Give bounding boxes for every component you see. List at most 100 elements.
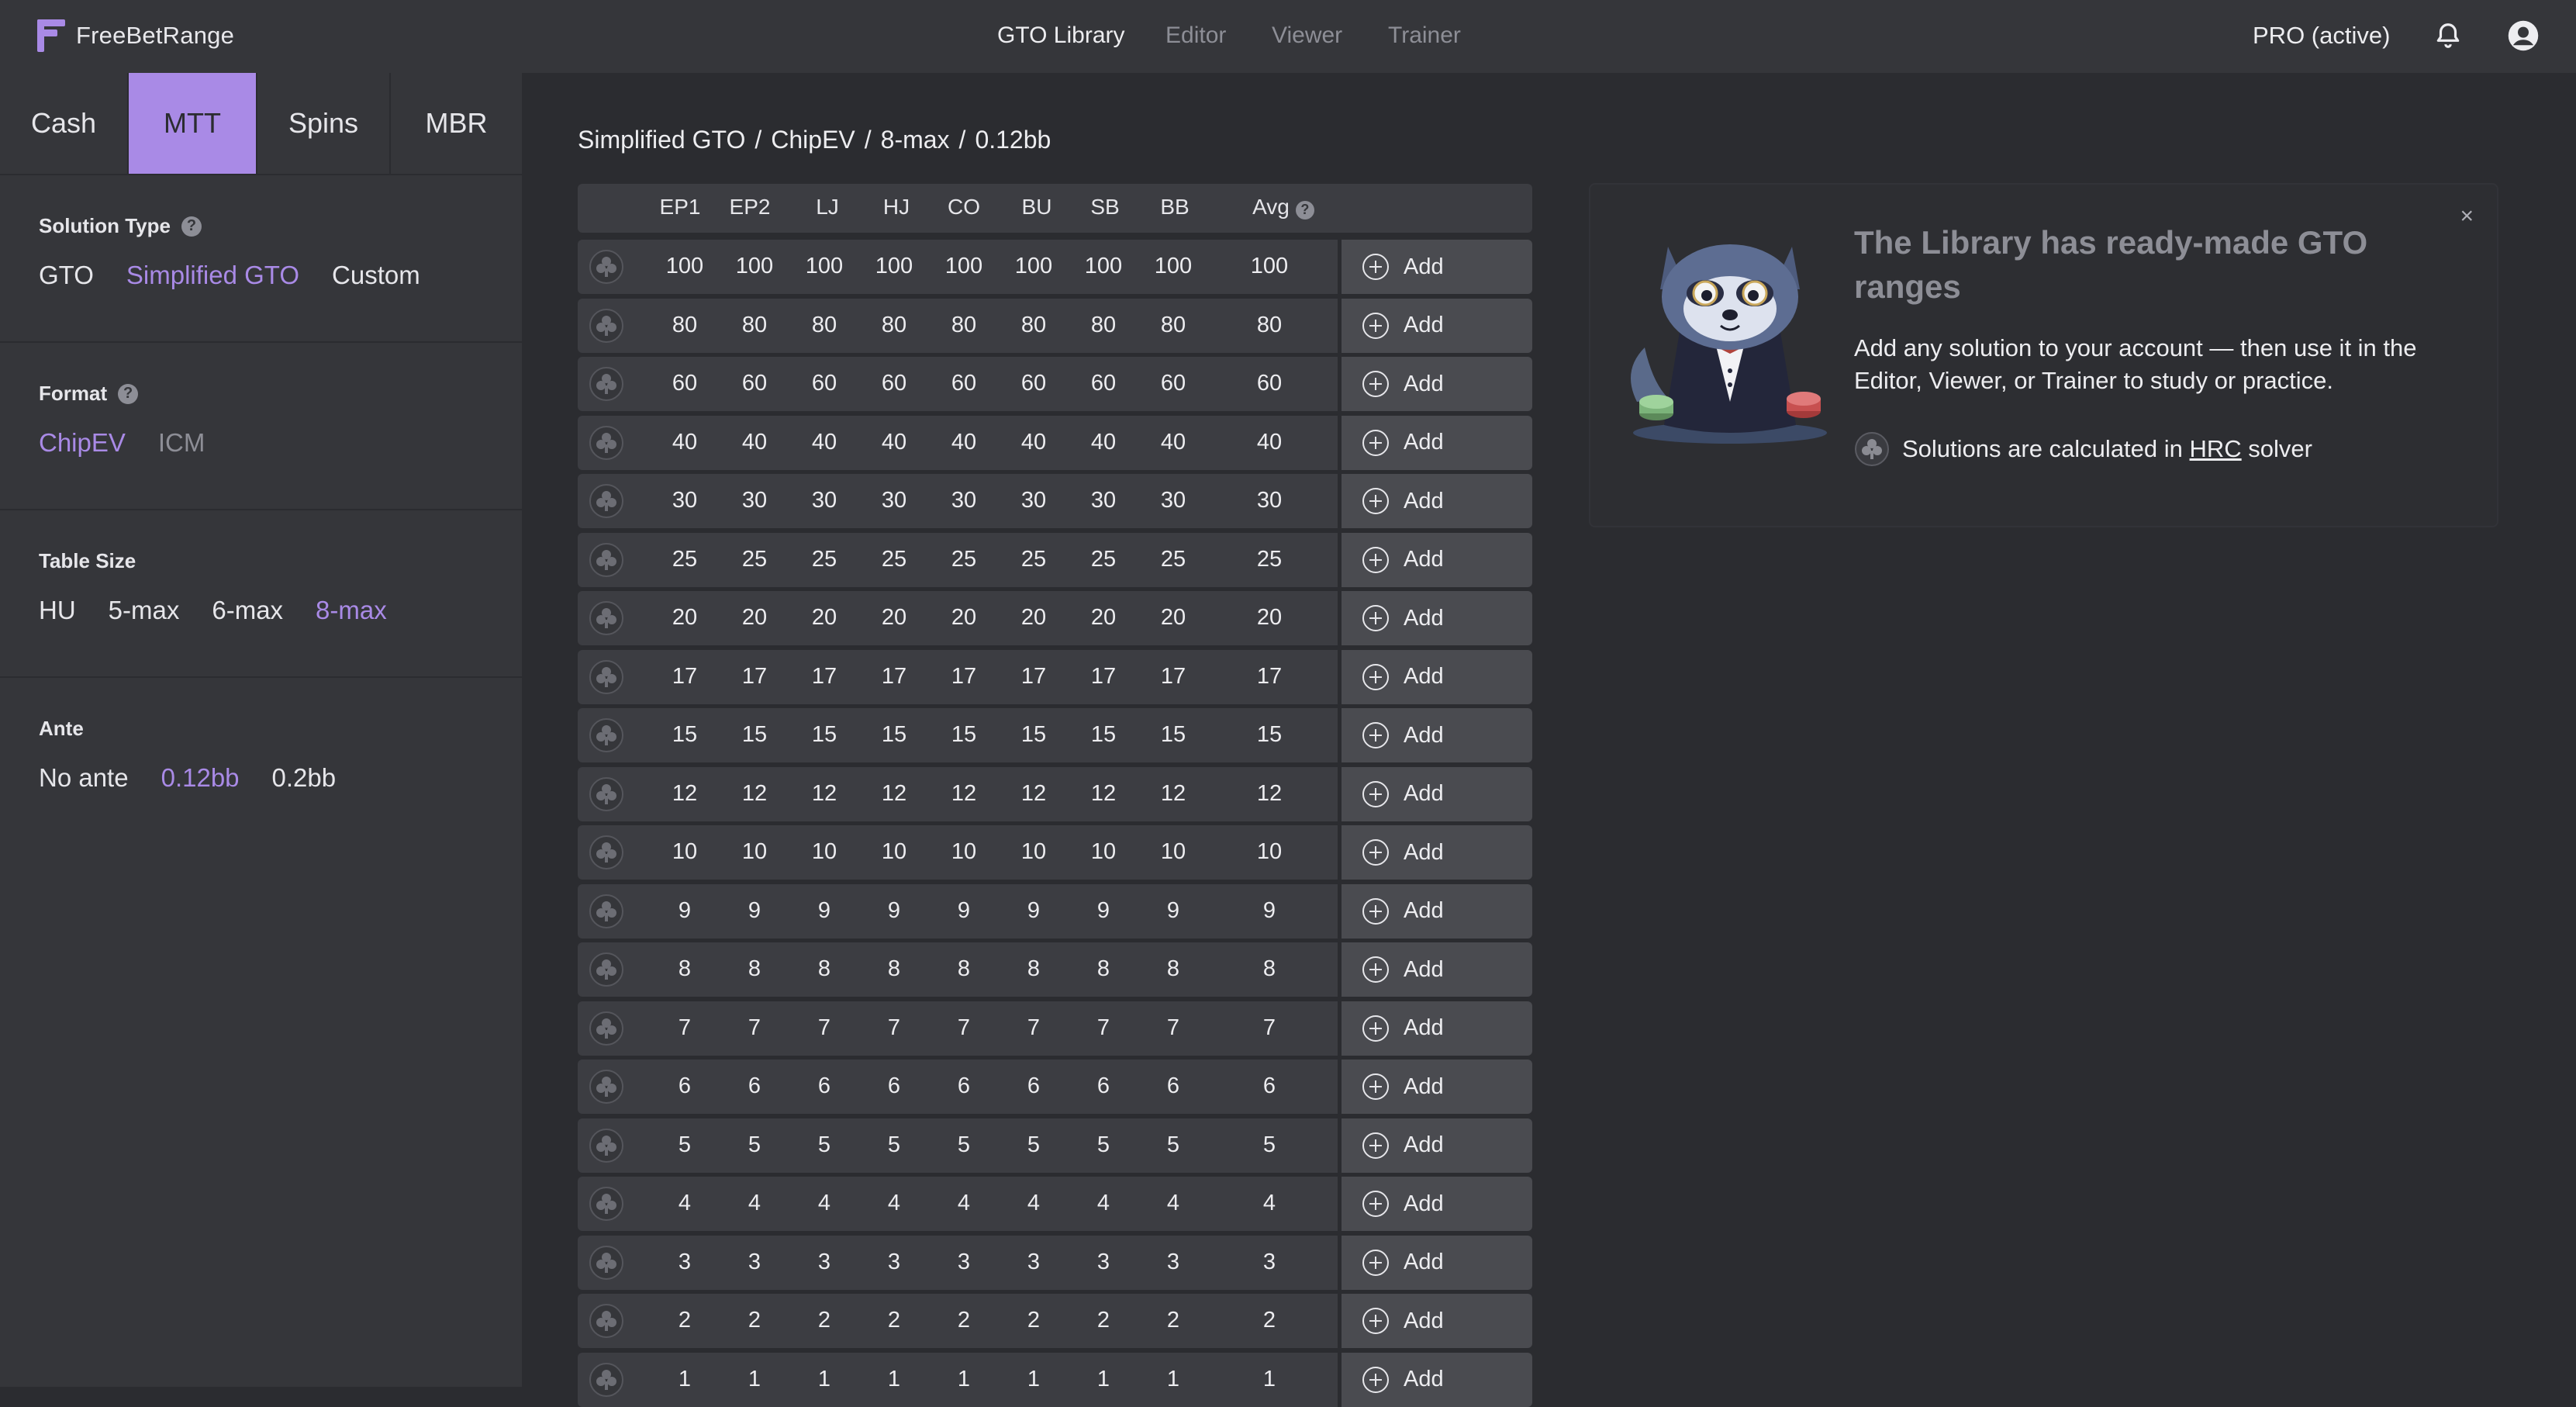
- option-5-max[interactable]: 5-max: [109, 596, 180, 625]
- add-button-label: Add: [1404, 1308, 1444, 1333]
- add-button[interactable]: Add: [1342, 357, 1532, 411]
- club-chip-icon: [589, 542, 624, 578]
- table-row[interactable]: 2 2 2 2 2 2 2 2 2 Add: [578, 1294, 1532, 1348]
- row-values: 100 100 100 100 100 100 100 100 100: [578, 240, 1338, 294]
- option-hu[interactable]: HU: [39, 596, 76, 625]
- table-cell: 20: [1020, 605, 1047, 630]
- add-button[interactable]: Add: [1342, 1235, 1532, 1290]
- option-6-max[interactable]: 6-max: [212, 596, 283, 625]
- table-row[interactable]: 12 12 12 12 12 12 12 12 12 Add: [578, 766, 1532, 821]
- close-icon[interactable]: ×: [2460, 203, 2474, 230]
- option-0-12bb[interactable]: 0.12bb: [161, 763, 240, 793]
- help-icon[interactable]: ?: [1295, 200, 1314, 220]
- table-row[interactable]: 4 4 4 4 4 4 4 4 4 Add: [578, 1177, 1532, 1231]
- row-values: 15 15 15 15 15 15 15 15 15: [578, 708, 1338, 762]
- user-icon[interactable]: [2507, 19, 2540, 52]
- option-chipev[interactable]: ChipEV: [39, 428, 126, 458]
- option-no-ante[interactable]: No ante: [39, 763, 129, 793]
- table-cell: 1: [678, 1366, 692, 1391]
- table-cell: 25: [1020, 546, 1047, 572]
- logo[interactable]: FreeBetRange: [36, 17, 234, 54]
- hrc-link[interactable]: HRC: [2190, 435, 2242, 463]
- breadcrumb-item[interactable]: 8-max: [881, 126, 950, 154]
- table-row[interactable]: 1 1 1 1 1 1 1 1 1 Add: [578, 1352, 1532, 1407]
- nav-gto-library[interactable]: GTO Library: [997, 22, 1125, 49]
- add-button[interactable]: Add: [1342, 1118, 1532, 1173]
- add-button[interactable]: Add: [1342, 1294, 1532, 1348]
- add-button[interactable]: Add: [1342, 942, 1532, 997]
- add-button[interactable]: Add: [1342, 591, 1532, 645]
- table-cell: 15: [1020, 722, 1047, 747]
- help-icon[interactable]: ?: [181, 216, 202, 237]
- add-button[interactable]: Add: [1342, 240, 1532, 294]
- table-cell: 40: [1090, 429, 1117, 455]
- table-row[interactable]: 6 6 6 6 6 6 6 6 6 Add: [578, 1060, 1532, 1114]
- tab-mbr[interactable]: MBR: [391, 73, 522, 174]
- option-0-2bb[interactable]: 0.2bb: [272, 763, 337, 793]
- table-row[interactable]: 7 7 7 7 7 7 7 7 7 Add: [578, 1001, 1532, 1056]
- add-button[interactable]: Add: [1342, 825, 1532, 880]
- table-row[interactable]: 40 40 40 40 40 40 40 40 40 Add: [578, 415, 1532, 470]
- table-cell: 10: [741, 839, 768, 864]
- bell-icon[interactable]: [2433, 21, 2463, 50]
- table-cell: 7: [957, 1015, 971, 1040]
- option-icm[interactable]: ICM: [158, 428, 205, 458]
- table-row[interactable]: 5 5 5 5 5 5 5 5 5 Add: [578, 1118, 1532, 1173]
- club-chip-icon: [589, 600, 624, 636]
- table-row[interactable]: 100 100 100 100 100 100 100 100 100 Add: [578, 240, 1532, 294]
- table-cell: 9: [1166, 897, 1180, 923]
- table-row[interactable]: 17 17 17 17 17 17 17 17 17 Add: [578, 649, 1532, 704]
- add-button[interactable]: Add: [1342, 474, 1532, 528]
- info-title: The Library has ready-made GTO ranges: [1854, 224, 2368, 305]
- table-row[interactable]: 10 10 10 10 10 10 10 10 10 Add: [578, 825, 1532, 880]
- option-8-max[interactable]: 8-max: [316, 596, 387, 625]
- plus-circle-icon: [1362, 780, 1390, 808]
- breadcrumb-separator: /: [754, 126, 762, 154]
- breadcrumb-item[interactable]: ChipEV: [771, 126, 855, 154]
- table-row[interactable]: 3 3 3 3 3 3 3 3 3 Add: [578, 1235, 1532, 1290]
- table-row[interactable]: 20 20 20 20 20 20 20 20 20 Add: [578, 591, 1532, 645]
- nav-viewer[interactable]: Viewer: [1272, 22, 1342, 49]
- option-simplified-gto[interactable]: Simplified GTO: [126, 261, 299, 290]
- plus-circle-icon: [1362, 312, 1390, 340]
- nav-trainer[interactable]: Trainer: [1388, 22, 1461, 49]
- table-cell: 6: [1096, 1073, 1110, 1098]
- add-button[interactable]: Add: [1342, 1177, 1532, 1231]
- add-button[interactable]: Add: [1342, 532, 1532, 587]
- table-row[interactable]: 8 8 8 8 8 8 8 8 8 Add: [578, 942, 1532, 997]
- option-gto[interactable]: GTO: [39, 261, 94, 290]
- add-button[interactable]: Add: [1342, 298, 1532, 353]
- table-cell: 12: [672, 780, 698, 806]
- table-row[interactable]: 25 25 25 25 25 25 25 25 25 Add: [578, 532, 1532, 587]
- add-button[interactable]: Add: [1342, 1001, 1532, 1056]
- nav-editor[interactable]: Editor: [1165, 22, 1226, 49]
- plus-circle-icon: [1362, 546, 1390, 574]
- add-button-label: Add: [1404, 605, 1444, 631]
- add-button[interactable]: Add: [1342, 766, 1532, 821]
- table-row[interactable]: 9 9 9 9 9 9 9 9 9 Add: [578, 883, 1532, 939]
- table-row[interactable]: 15 15 15 15 15 15 15 15 15 Add: [578, 708, 1532, 762]
- tab-cash[interactable]: Cash: [0, 73, 129, 174]
- table-row[interactable]: 60 60 60 60 60 60 60 60 60 Add: [578, 357, 1532, 411]
- table-cell: 2: [1166, 1308, 1180, 1333]
- add-button[interactable]: Add: [1342, 415, 1532, 470]
- breadcrumb-item[interactable]: Simplified GTO: [578, 126, 745, 154]
- tab-spins[interactable]: Spins: [257, 73, 391, 174]
- option-custom[interactable]: Custom: [332, 261, 420, 290]
- tab-mtt[interactable]: MTT: [129, 73, 257, 174]
- table-cell: 100: [875, 254, 913, 278]
- add-button[interactable]: Add: [1342, 1060, 1532, 1114]
- add-button[interactable]: Add: [1342, 708, 1532, 762]
- add-button[interactable]: Add: [1342, 649, 1532, 704]
- column-header-label: LJ: [816, 195, 839, 219]
- table-cell: 8: [957, 956, 971, 981]
- table-cell: 9: [748, 897, 761, 923]
- table-row[interactable]: 30 30 30 30 30 30 30 30 30 Add: [578, 474, 1532, 528]
- help-icon[interactable]: ?: [118, 383, 139, 404]
- add-button[interactable]: Add: [1342, 1352, 1532, 1407]
- account-status[interactable]: PRO (active): [2253, 22, 2390, 50]
- add-button[interactable]: Add: [1342, 883, 1532, 939]
- table-cell: 80: [672, 312, 698, 337]
- table-cell: 7: [817, 1015, 831, 1040]
- table-row[interactable]: 80 80 80 80 80 80 80 80 80 Add: [578, 298, 1532, 353]
